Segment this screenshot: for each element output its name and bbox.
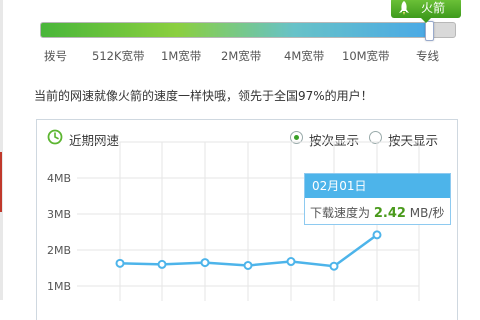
tick-label: 4M宽带 bbox=[284, 49, 325, 63]
tooltip-body: 下载速度为 2.42 MB/秒 bbox=[310, 204, 444, 221]
tick-label: 专线 bbox=[416, 49, 439, 63]
y-tick-label: 1MB bbox=[47, 280, 71, 293]
tick-label: 10M宽带 bbox=[342, 49, 390, 63]
data-point bbox=[157, 259, 167, 269]
tick-label: 1M宽带 bbox=[161, 49, 202, 63]
data-point bbox=[200, 258, 210, 268]
edge-marker bbox=[0, 152, 2, 212]
tooltip-label: 下载速度为 bbox=[310, 206, 371, 220]
data-point-tooltip: 02月01日 下载速度为 2.42 MB/秒 bbox=[304, 173, 451, 225]
y-tick-label: 2MB bbox=[47, 244, 71, 257]
speed-tick-labels: 拨号 512K宽带 1M宽带 2M宽带 4M宽带 10M宽带 专线 bbox=[0, 48, 480, 64]
speed-level-badge: 火箭 bbox=[391, 0, 461, 23]
tooltip-date: 02月01日 bbox=[312, 179, 367, 193]
speed-meter-track bbox=[40, 21, 456, 41]
data-point bbox=[115, 258, 125, 268]
speed-meter-handle bbox=[425, 21, 434, 41]
y-tick-label: 4MB bbox=[47, 172, 71, 185]
speed-status-message: 当前的网速就像火箭的速度一样快哦，领先于全国97%的用户！ bbox=[34, 89, 373, 103]
tick-label: 512K宽带 bbox=[92, 49, 145, 63]
tooltip-value: 2.42 bbox=[373, 206, 406, 221]
speed-meter-fill bbox=[41, 23, 430, 37]
window-left-edge bbox=[0, 0, 3, 300]
y-axis-labels: 4MB 3MB 2MB 1MB bbox=[47, 172, 71, 293]
rocket-icon bbox=[399, 1, 409, 15]
tick-label: 拨号 bbox=[44, 49, 67, 63]
data-point bbox=[286, 257, 296, 267]
speed-level-label: 火箭 bbox=[421, 1, 446, 15]
y-tick-label: 3MB bbox=[47, 208, 71, 221]
data-point bbox=[372, 230, 382, 240]
tooltip-unit: MB/秒 bbox=[409, 206, 445, 220]
data-point bbox=[329, 261, 339, 271]
data-point bbox=[243, 260, 253, 270]
tooltip-header: 02月01日 bbox=[305, 174, 450, 198]
tick-label: 2M宽带 bbox=[221, 49, 262, 63]
